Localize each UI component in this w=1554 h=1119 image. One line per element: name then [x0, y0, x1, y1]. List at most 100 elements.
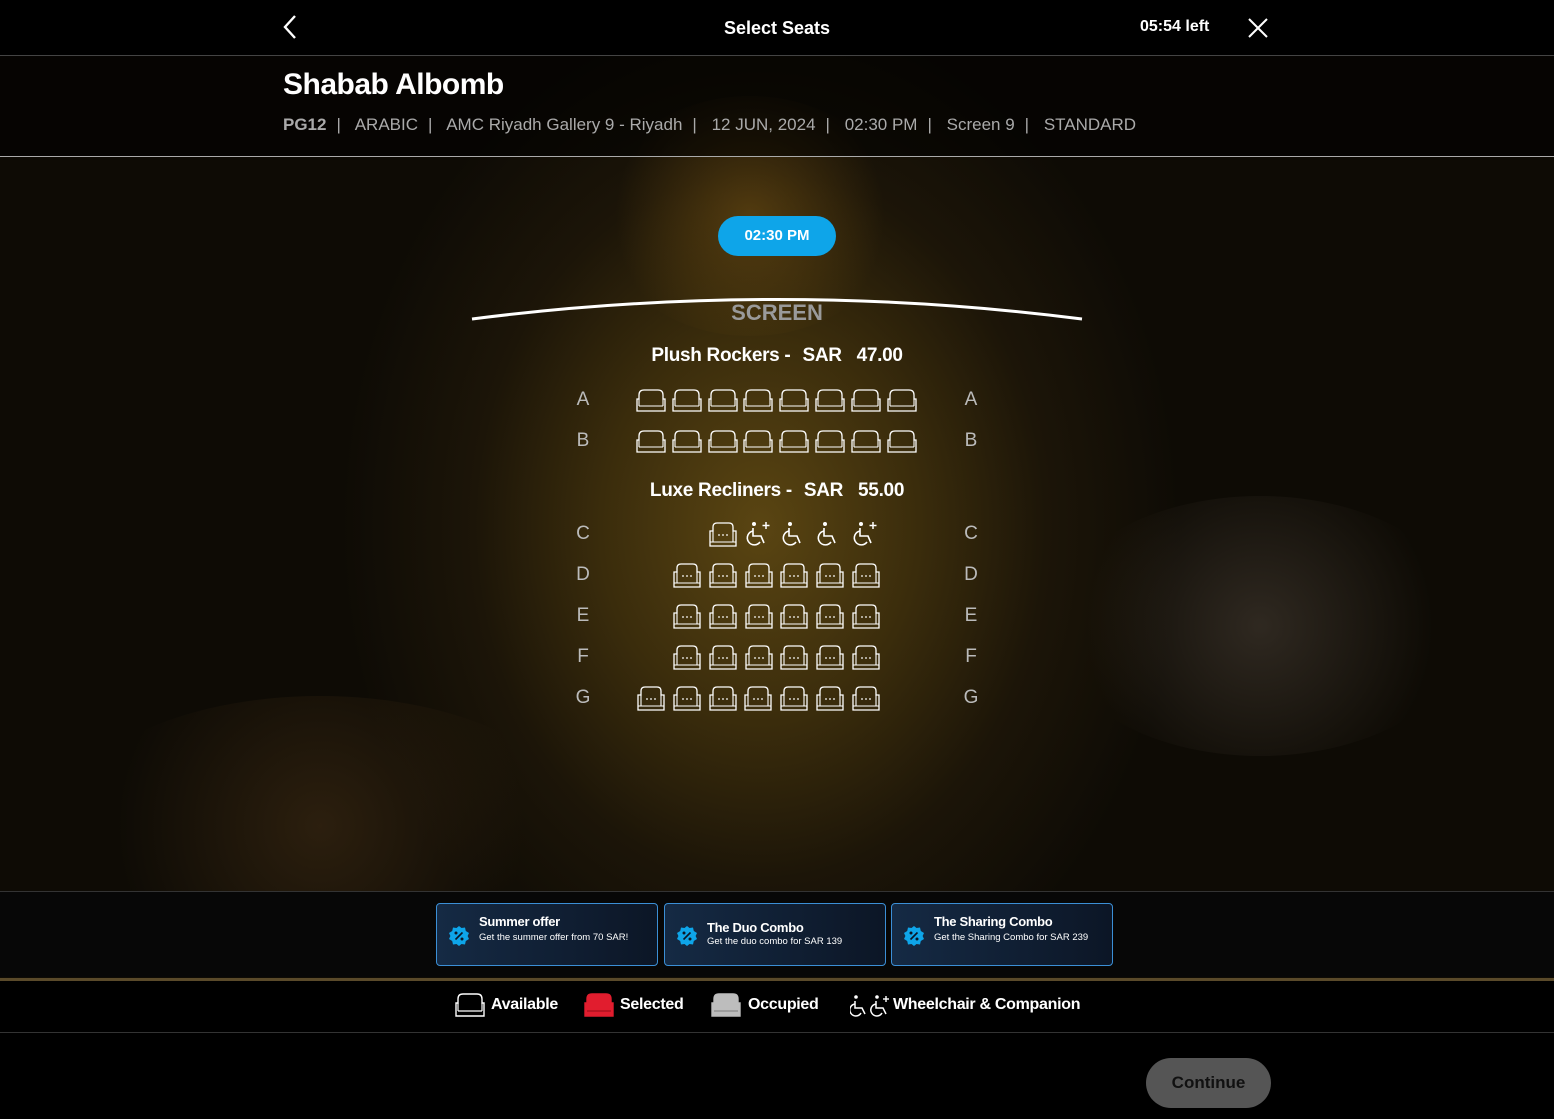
offer-title: Summer offer	[479, 914, 560, 929]
seat-f5[interactable]	[815, 644, 845, 670]
page-title: Select Seats	[723, 18, 831, 38]
seat-f6[interactable]	[851, 644, 881, 670]
discount-badge-icon	[677, 926, 697, 946]
row-label-e-right: E	[964, 605, 978, 626]
seat-f4[interactable]	[779, 644, 809, 670]
seat-a6[interactable]	[815, 387, 845, 413]
seat-a4[interactable]	[743, 387, 774, 413]
meta-screen: Screen 9	[946, 115, 1015, 134]
seat-b6[interactable]	[815, 428, 845, 454]
offer-card[interactable]: The Sharing Combo Get the Sharing Combo f…	[891, 903, 1113, 966]
seat-f2[interactable]	[708, 644, 738, 670]
close-icon	[1248, 18, 1268, 38]
seat-a2[interactable]	[672, 387, 702, 413]
seat-b7[interactable]	[851, 428, 881, 454]
wheelchair-companion-icon	[850, 995, 889, 1017]
wheelchair-seat-icon[interactable]	[780, 520, 808, 548]
section-title-plush-rockers: Plush Rockers - SAR 47.00	[0, 345, 1554, 367]
seat-d5[interactable]	[815, 562, 845, 588]
offer-description: Get the duo combo for SAR 139	[707, 936, 843, 947]
seat-d3[interactable]	[744, 562, 774, 588]
seat-g4[interactable]	[743, 685, 773, 711]
seat-c1[interactable]	[708, 521, 738, 547]
discount-badge-icon	[904, 926, 924, 946]
seat-e4[interactable]	[779, 603, 809, 629]
seat-b5[interactable]	[779, 428, 809, 454]
offer-title: The Duo Combo	[707, 920, 804, 935]
seat-f1[interactable]	[672, 644, 702, 670]
seat-b2[interactable]	[672, 428, 702, 454]
movie-info-panel	[0, 56, 1554, 157]
poster-backdrop	[0, 56, 1554, 980]
row-label-f-right: F	[965, 646, 977, 667]
wheelchair-seat-icon[interactable]	[815, 520, 843, 548]
legend-wheelchair: Wheelchair & Companion	[893, 996, 1081, 1013]
section-name: Plush Rockers -	[651, 345, 791, 366]
footer	[0, 1034, 1554, 1119]
seat-d6[interactable]	[851, 562, 881, 588]
countdown-timer: 05:54 left	[1140, 18, 1210, 35]
seat-a8[interactable]	[886, 387, 917, 413]
row-label-d-left: D	[576, 564, 590, 585]
seat-e6[interactable]	[851, 603, 881, 629]
seat-g7[interactable]	[851, 685, 881, 711]
legend-selected: Selected	[620, 996, 684, 1013]
seat-g5[interactable]	[779, 685, 809, 711]
offer-description: Get the Sharing Combo for SAR 239	[934, 932, 1089, 943]
offer-card[interactable]: The Duo Combo Get the duo combo for SAR 1…	[664, 903, 886, 966]
seat-d4[interactable]	[779, 562, 809, 588]
seat-d1[interactable]	[672, 562, 702, 588]
meta-rating: PG12	[283, 115, 327, 134]
continue-button[interactable]: Continue	[1146, 1058, 1271, 1108]
seat-e3[interactable]	[744, 603, 774, 629]
row-label-a-left: A	[576, 389, 590, 410]
offer-description: Get the summer offer from 70 SAR!	[479, 932, 629, 943]
seat-g2[interactable]	[672, 685, 702, 711]
seat-e1[interactable]	[672, 603, 702, 629]
seat-f3[interactable]	[744, 644, 774, 670]
row-label-b-left: B	[576, 430, 590, 451]
row-label-e-left: E	[576, 605, 590, 626]
seat-a7[interactable]	[851, 387, 881, 413]
seat-a1[interactable]	[636, 387, 666, 413]
available-seat-icon	[455, 993, 485, 1017]
row-label-d-right: D	[964, 564, 978, 585]
meta-cinema: AMC Riyadh Gallery 9 - Riyadh	[446, 115, 683, 134]
seat-b3[interactable]	[707, 428, 738, 454]
seat-e2[interactable]	[708, 603, 738, 629]
meta-language: ARABIC	[354, 115, 418, 134]
row-label-g-left: G	[575, 687, 591, 708]
seat-b8[interactable]	[886, 428, 917, 454]
seat-g6[interactable]	[815, 685, 845, 711]
section-price: SAR 47.00	[802, 345, 903, 366]
companion-seat-icon[interactable]	[744, 520, 772, 548]
seat-a5[interactable]	[779, 387, 809, 413]
movie-meta: PG12 | ARABIC | AMC Riyadh Gallery 9 - Riy…	[283, 115, 1137, 134]
seat-e5[interactable]	[815, 603, 845, 629]
companion-seat-icon[interactable]	[851, 520, 879, 548]
section-title-luxe-recliners: Luxe Recliners - SAR 55.00	[0, 480, 1554, 502]
seat-b1[interactable]	[636, 428, 666, 454]
discount-badge-icon	[449, 926, 469, 946]
legend-available: Available	[491, 996, 558, 1013]
meta-time: 02:30 PM	[844, 115, 918, 134]
seat-d2[interactable]	[708, 562, 738, 588]
offer-card[interactable]: Summer offer Get the summer offer from 70…	[436, 903, 658, 966]
showtime-pill[interactable]: 02:30 PM	[718, 216, 836, 256]
row-label-b-right: B	[964, 430, 978, 451]
section-name: Luxe Recliners -	[649, 480, 792, 501]
seat-g3[interactable]	[708, 685, 738, 711]
legend-occupied: Occupied	[748, 996, 819, 1013]
meta-date: 12 JUN, 2024	[711, 115, 816, 134]
occupied-seat-icon	[711, 993, 741, 1017]
row-label-c-left: C	[576, 523, 590, 544]
meta-format: STANDARD	[1043, 115, 1137, 134]
screen-label: SCREEN	[731, 300, 823, 325]
close-button[interactable]	[1246, 16, 1270, 40]
row-label-f-left: F	[577, 646, 589, 667]
section-price: SAR 55.00	[803, 480, 905, 501]
seat-g1[interactable]	[636, 685, 666, 711]
seat-a3[interactable]	[707, 387, 738, 413]
row-label-a-right: A	[964, 389, 978, 410]
seat-b4[interactable]	[743, 428, 774, 454]
